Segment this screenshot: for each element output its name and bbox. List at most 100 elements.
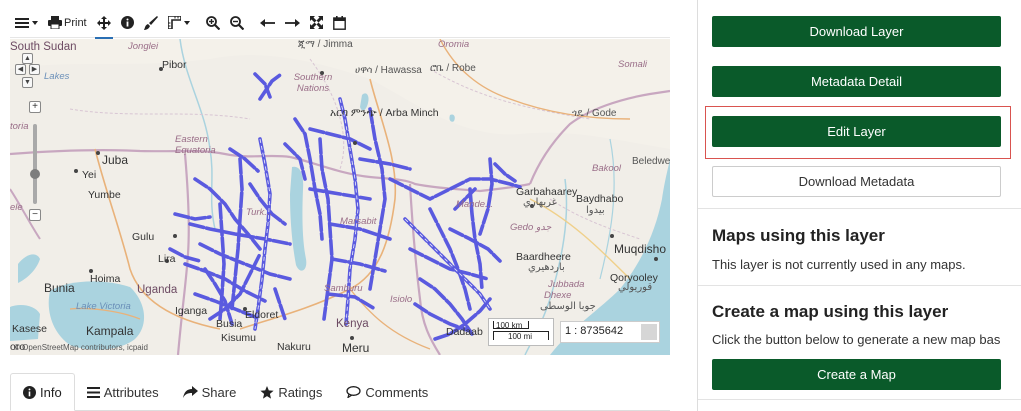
map-label: Muqdisho: [614, 242, 667, 256]
identify-button[interactable]: [116, 10, 139, 36]
zoom-in-control[interactable]: +: [29, 101, 41, 113]
map-label: Meru: [342, 341, 370, 355]
map-label: Kisumu: [221, 332, 257, 344]
scale-km: 100 km: [493, 321, 529, 330]
map-label: Nakuru: [277, 341, 311, 353]
map-label: Bakool: [592, 163, 622, 174]
section-divider: [698, 399, 1021, 400]
city-marker: [654, 257, 658, 261]
map-label: ጎዴ / Gode: [572, 108, 617, 119]
zoom-out-button[interactable]: [225, 10, 249, 36]
create-map-section-title: Create a map using this layer: [712, 302, 949, 321]
map-label: Eastern Equatoria: [175, 134, 216, 156]
map-toolbar: Print: [10, 8, 670, 39]
print-label: Print: [64, 16, 87, 29]
next-extent-button[interactable]: [280, 10, 305, 36]
map-label: Baydhabo: [576, 193, 624, 205]
map-label: Southern Nations: [293, 72, 333, 94]
map-label: Jubbada: [548, 279, 585, 290]
map-label: جوبا الوسطى: [540, 301, 596, 312]
map-label: Lake Victoria: [76, 301, 131, 312]
map-label: Gulu: [132, 231, 155, 243]
map-viewport[interactable]: South Sudan Jonglei ጂማ / Jimma Oromia ሀዋ…: [10, 39, 670, 355]
map-label: ጂማ / Jimma: [298, 39, 353, 50]
info-icon: [23, 385, 36, 399]
edit-layer-button[interactable]: Edit Layer: [712, 116, 1001, 147]
calendar-icon: [332, 15, 346, 30]
map-label: غربهاري: [523, 197, 557, 208]
paintbrush-icon: [143, 15, 158, 30]
maps-section-text: This layer is not currently used in any …: [712, 257, 966, 272]
scale-mi: 100 mi: [493, 331, 549, 341]
create-map-button[interactable]: Create a Map: [712, 359, 1001, 390]
section-divider: [698, 285, 1021, 286]
pan-up-button[interactable]: ▲: [22, 53, 33, 64]
tab-label: Comments: [365, 384, 429, 400]
download-metadata-button[interactable]: Download Metadata: [712, 166, 1001, 197]
pan-right-button[interactable]: ▶: [29, 64, 40, 75]
map-label: Busia: [216, 318, 243, 330]
tab-info[interactable]: Info: [10, 373, 75, 411]
scale-ratio-dropdown[interactable]: [641, 324, 657, 340]
section-divider: [698, 208, 1021, 209]
style-brush-button[interactable]: [139, 10, 163, 36]
printer-icon: [48, 16, 62, 29]
measure-button[interactable]: [163, 10, 195, 36]
layer-tabs: Info Attributes Share Ratings Comments: [10, 373, 670, 411]
map-label: Turk...: [246, 207, 273, 218]
pan-down-button[interactable]: ▼: [22, 77, 33, 88]
tab-attributes[interactable]: Attributes: [75, 373, 171, 411]
map-label: بيدوا: [586, 205, 605, 216]
map-label: Yei: [82, 169, 97, 181]
hamburger-icon: [15, 17, 29, 28]
print-button[interactable]: Print: [43, 10, 92, 36]
map-label: Lakes: [44, 71, 70, 82]
map-label: Bunia: [44, 281, 75, 295]
map-label: Jonglei: [128, 41, 159, 52]
scale-ratio-field[interactable]: 1 : 8735642: [560, 321, 660, 343]
expand-arrows-icon: [309, 16, 323, 29]
map-label: Beledwe: [632, 156, 670, 167]
comment-icon: [346, 386, 362, 398]
map-label: قوريولي: [618, 282, 653, 293]
download-layer-button[interactable]: Download Layer: [712, 16, 1001, 47]
previous-extent-button[interactable]: [255, 10, 280, 36]
chevron-down-icon: [183, 20, 190, 25]
map-label: Uganda: [137, 284, 178, 296]
pan-tool-button[interactable]: [92, 10, 116, 39]
layers-menu-button[interactable]: [10, 10, 43, 36]
zoom-in-button[interactable]: [201, 10, 225, 36]
metadata-detail-button[interactable]: Metadata Detail: [712, 66, 1001, 97]
time-slider-button[interactable]: [328, 10, 351, 36]
map-label: Hoima: [90, 273, 121, 285]
scale-bar: 100 km 100 mi: [488, 318, 554, 346]
map-label: South Sudan: [10, 41, 77, 53]
map-label: Gedo جدو: [510, 222, 552, 233]
zoom-slider-handle[interactable]: [30, 169, 40, 179]
tab-ratings[interactable]: Ratings: [248, 373, 334, 411]
pan-left-button[interactable]: ◀: [15, 64, 26, 75]
map-label: Somali: [618, 59, 648, 70]
city-marker: [173, 234, 177, 238]
map-label: باردهيري: [528, 262, 565, 273]
full-extent-button[interactable]: [305, 10, 328, 36]
map-label: ሮቤ / Robe: [430, 63, 476, 74]
city-marker: [610, 234, 614, 238]
map-label: Yumbe: [88, 189, 121, 201]
create-map-section-text: Click the button below to generate a new…: [712, 332, 1001, 347]
city-marker: [74, 169, 78, 173]
move-arrows-icon: [96, 15, 111, 30]
zoom-out-control[interactable]: −: [29, 209, 41, 221]
zoom-slider-track[interactable]: [33, 124, 37, 204]
map-label: Dhexe: [544, 290, 572, 301]
map-label: Juba: [102, 153, 129, 167]
tab-share[interactable]: Share: [171, 373, 249, 411]
star-icon: [260, 385, 274, 399]
tab-comments[interactable]: Comments: [334, 373, 440, 411]
map-label: Samburu: [324, 283, 363, 294]
map-label: Iganga: [175, 305, 208, 317]
city-marker: [350, 336, 354, 340]
tab-label: Ratings: [278, 384, 323, 400]
tab-label: Attributes: [103, 384, 159, 400]
map-label: ele: [10, 202, 23, 213]
